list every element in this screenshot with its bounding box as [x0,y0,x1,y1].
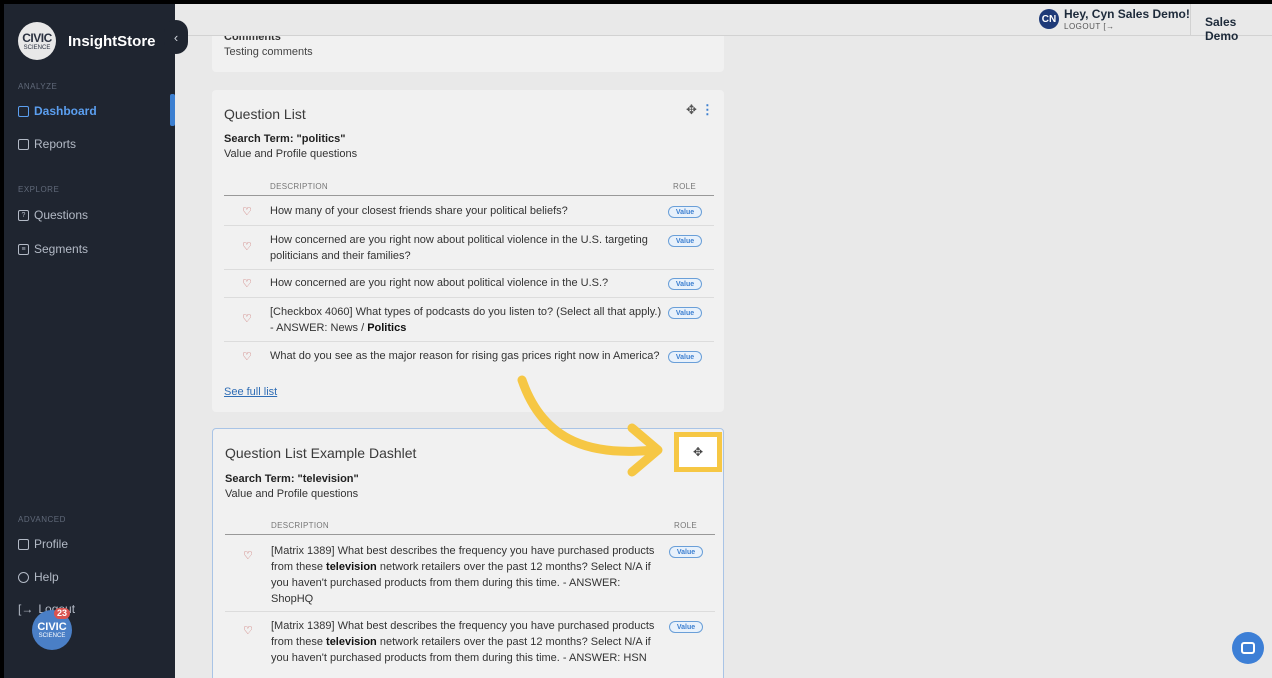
move-dashlet-handle-highlight[interactable]: ✥ [674,432,722,472]
app-window: CIVIC SCIENCE InsightStore ANALYZE Dashb… [4,4,1272,678]
tutorial-arrow [517,375,663,477]
move-icon[interactable]: ✥ [693,445,703,459]
